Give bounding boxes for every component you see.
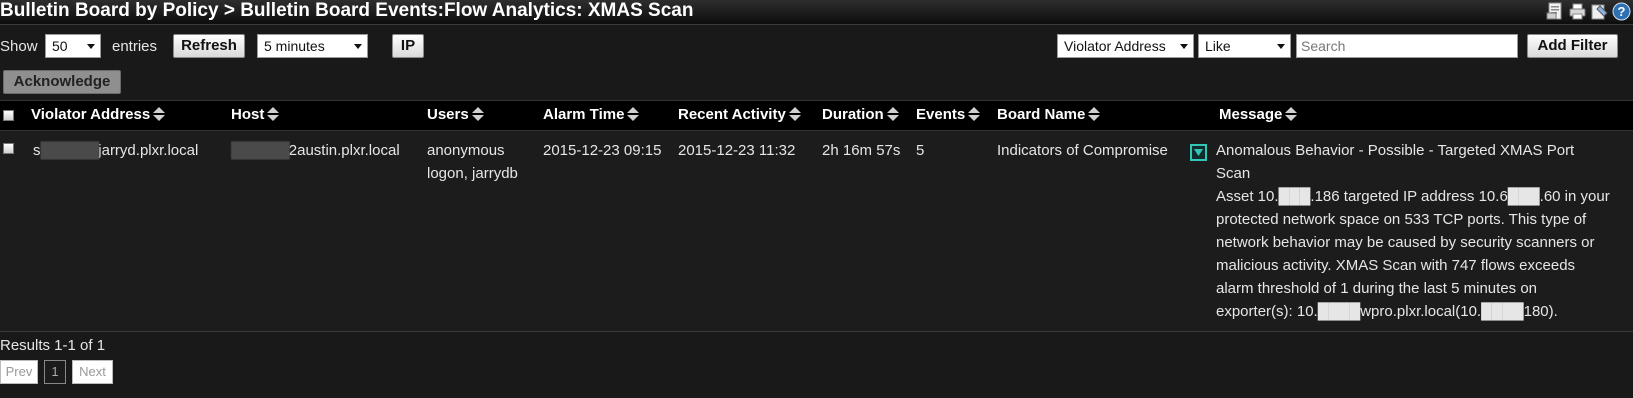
sort-icon[interactable] — [1283, 106, 1299, 122]
redacted-text: ██████ — [40, 142, 99, 159]
svg-text:?: ? — [1618, 4, 1626, 19]
filter-operator-value: Like — [1205, 38, 1231, 54]
expand-toggle-icon[interactable] — [1190, 144, 1207, 161]
cell-host: ██████2austin.plxr.local — [231, 139, 400, 162]
next-page-button[interactable]: Next — [72, 360, 113, 384]
show-label: Show — [0, 38, 38, 55]
message-line: Scan — [1216, 165, 1251, 182]
entries-select[interactable]: 50 — [45, 34, 101, 58]
sort-icon[interactable] — [787, 106, 803, 122]
table-header: Violator Address Host Users Alarm Time R… — [0, 100, 1633, 131]
refresh-button[interactable]: Refresh — [173, 34, 245, 58]
settings-icon[interactable] — [1590, 2, 1609, 21]
message-line: Asset 10.███.186 targeted IP address 10.… — [1216, 188, 1610, 205]
chevron-down-icon — [1277, 44, 1285, 49]
select-all-checkbox[interactable] — [3, 110, 14, 121]
column-header-label: Violator Address — [31, 106, 151, 123]
column-header-label: Host — [231, 106, 265, 123]
sort-icon[interactable] — [625, 106, 641, 122]
column-header-violator-address[interactable]: Violator Address — [31, 106, 167, 123]
column-header-alarm-time[interactable]: Alarm Time — [543, 106, 641, 123]
message-line: alarm threshold of 1 during the last 5 m… — [1216, 280, 1538, 297]
title-bar: Bulletin Board by Policy > Bulletin Boar… — [0, 0, 1633, 25]
filter-operator-select[interactable]: Like — [1198, 34, 1291, 58]
sort-icon[interactable] — [265, 106, 281, 122]
pagination: Prev 1 Next — [0, 360, 113, 384]
events-table: Violator Address Host Users Alarm Time R… — [0, 100, 1633, 332]
users-line: logon, jarrydb — [427, 165, 518, 182]
message-line: Anomalous Behavior - Possible - Targeted… — [1216, 142, 1575, 159]
chevron-down-icon — [354, 44, 362, 49]
message-line: exporter(s): 10.████wpro.plxr.local(10.█… — [1216, 303, 1558, 320]
sort-icon[interactable] — [885, 106, 901, 122]
cell-events: 5 — [916, 142, 925, 159]
column-header-message[interactable]: Message — [1219, 106, 1299, 123]
column-header-label: Board Name — [997, 106, 1086, 123]
cell-board-name: Indicators of Compromise — [997, 142, 1168, 159]
table-row[interactable]: s██████jarryd.plxr.local ██████2austin.p… — [0, 131, 1633, 332]
column-header-host[interactable]: Host — [231, 106, 281, 123]
page-number-button[interactable]: 1 — [44, 360, 66, 384]
column-header-label: Message — [1219, 106, 1283, 123]
refresh-interval-select[interactable]: 5 minutes — [257, 34, 368, 58]
cell-duration: 2h 16m 57s — [822, 142, 901, 159]
column-header-label: Duration — [822, 106, 884, 123]
refresh-interval-value: 5 minutes — [264, 38, 325, 54]
export-pdf-icon[interactable] — [1546, 2, 1565, 21]
cell-message: Anomalous Behavior - Possible - Targeted… — [1216, 139, 1610, 323]
ip-button[interactable]: IP — [392, 34, 424, 58]
row-checkbox[interactable] — [3, 143, 14, 154]
filter-field-value: Violator Address — [1064, 38, 1166, 54]
column-header-events[interactable]: Events — [916, 106, 982, 123]
column-header-label: Events — [916, 106, 966, 123]
cell-alarm-time: 2015-12-23 09:15 — [543, 142, 662, 159]
sort-icon[interactable] — [1086, 106, 1102, 122]
message-line: malicious activity. XMAS Scan with 747 f… — [1216, 257, 1576, 274]
title-toolbar: ? — [1546, 2, 1631, 21]
message-line: protected network space on 533 TCP ports… — [1216, 211, 1587, 228]
column-header-label: Recent Activity — [678, 106, 786, 123]
cell-recent-activity: 2015-12-23 11:32 — [678, 142, 796, 159]
sort-icon[interactable] — [151, 106, 167, 122]
acknowledge-button[interactable]: Acknowledge — [3, 70, 121, 94]
entries-label: entries — [112, 38, 158, 55]
violator-suffix: jarryd.plxr.local — [98, 142, 199, 159]
help-icon[interactable]: ? — [1612, 2, 1631, 21]
sort-icon[interactable] — [470, 106, 486, 122]
host-suffix: 2austin.plxr.local — [288, 142, 400, 159]
results-summary: Results 1-1 of 1 — [0, 337, 106, 354]
column-header-duration[interactable]: Duration — [822, 106, 901, 123]
print-icon[interactable] — [1568, 2, 1587, 21]
table-controls: Show 50 entries Refresh 5 minutes IP Vio… — [0, 34, 1633, 60]
add-filter-button[interactable]: Add Filter — [1527, 34, 1618, 58]
users-line: anonymous — [427, 142, 505, 159]
message-line: network behavior may be caused by securi… — [1216, 234, 1595, 251]
column-header-label: Users — [427, 106, 469, 123]
cell-violator-address: s██████jarryd.plxr.local — [33, 139, 198, 162]
entries-value: 50 — [52, 38, 68, 54]
search-input[interactable]: Search — [1296, 34, 1518, 58]
filter-field-select[interactable]: Violator Address — [1057, 34, 1194, 58]
prev-page-button[interactable]: Prev — [0, 360, 38, 384]
column-header-recent-activity[interactable]: Recent Activity — [678, 106, 803, 123]
sort-icon[interactable] — [966, 106, 982, 122]
redacted-text: ██████ — [231, 142, 290, 159]
violator-prefix: s — [33, 142, 41, 159]
column-header-users[interactable]: Users — [427, 106, 486, 123]
chevron-down-icon — [1180, 44, 1188, 49]
column-header-board-name[interactable]: Board Name — [997, 106, 1102, 123]
cell-users: anonymous logon, jarrydb — [427, 139, 518, 185]
page-title: Bulletin Board by Policy > Bulletin Boar… — [0, 0, 694, 21]
chevron-down-icon — [87, 44, 95, 49]
column-header-label: Alarm Time — [543, 106, 625, 123]
